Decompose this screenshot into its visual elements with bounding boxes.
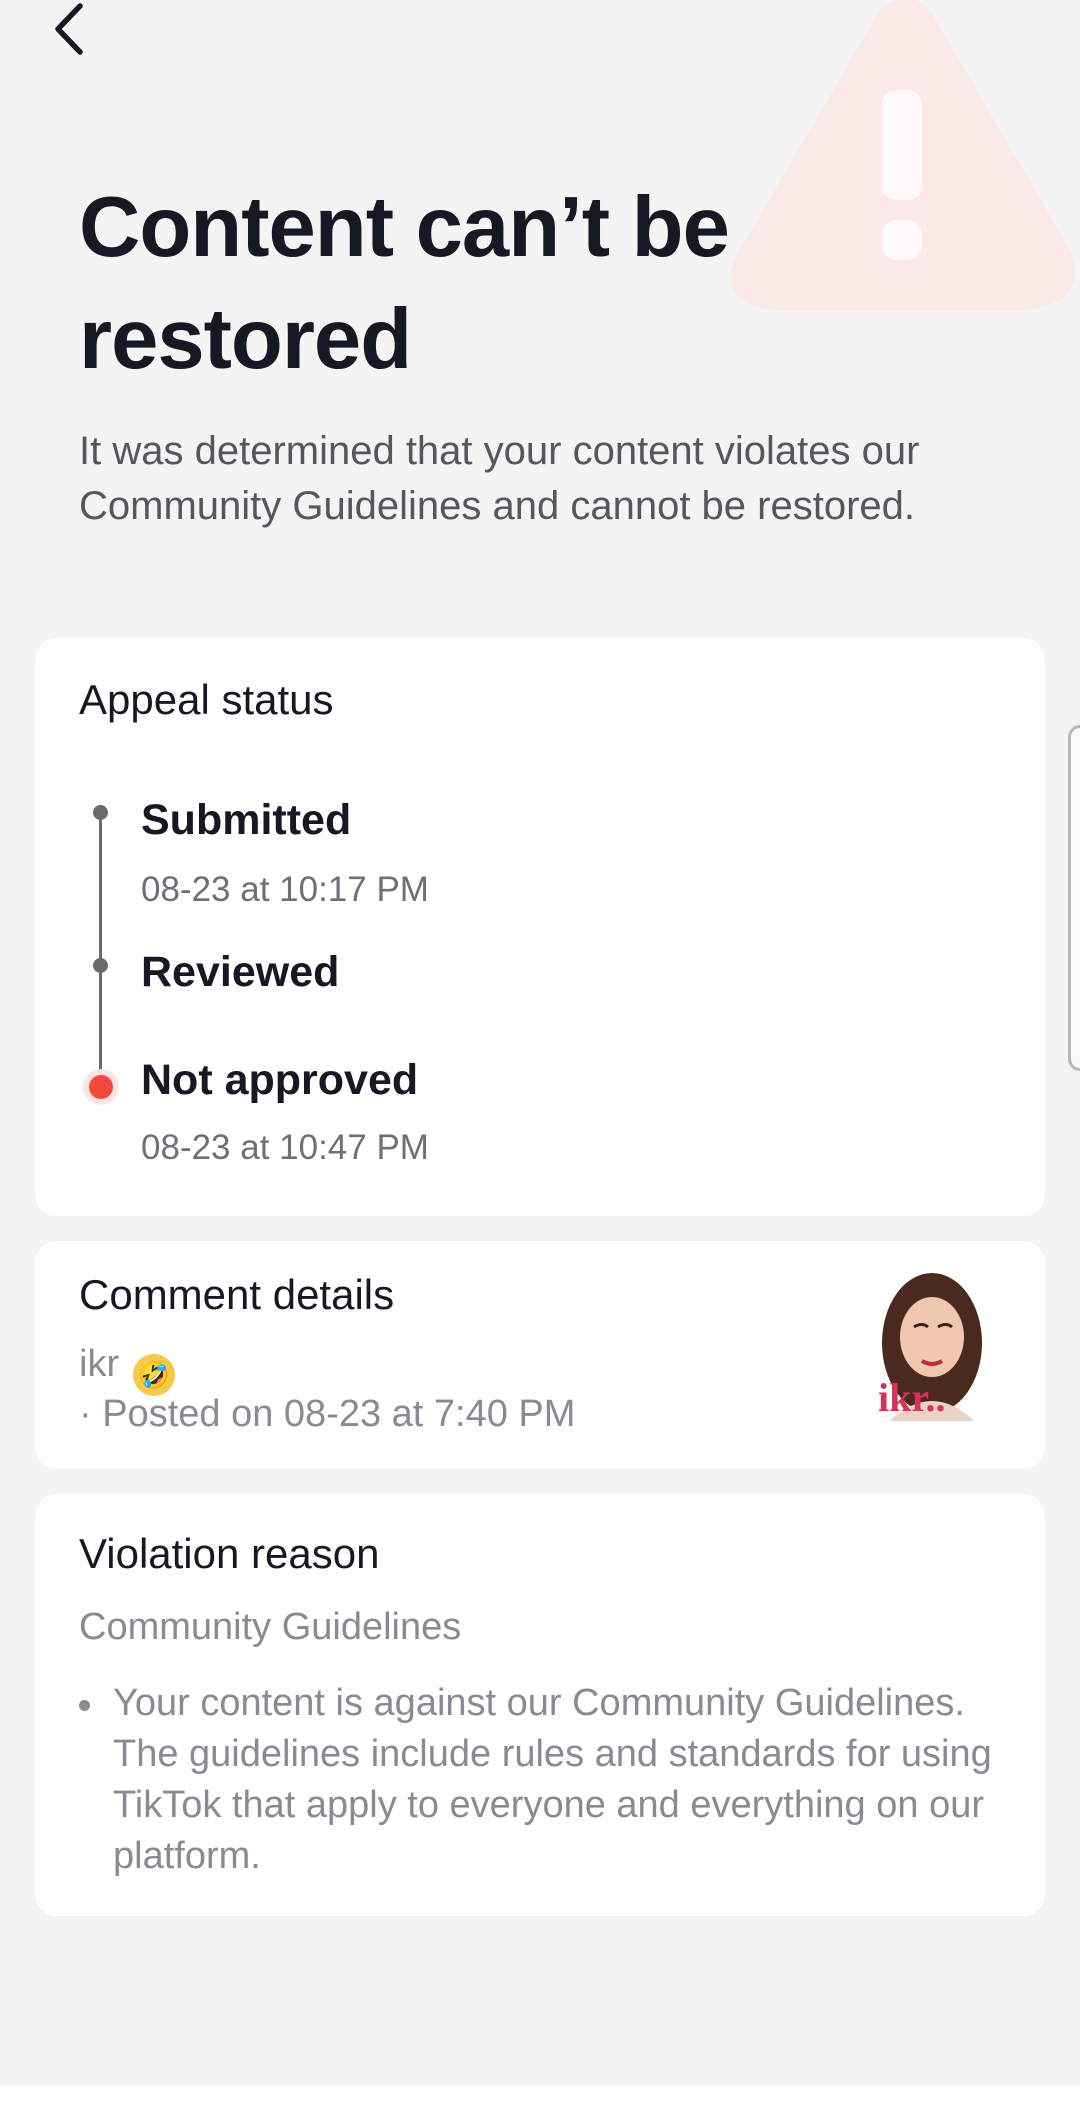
step-label-submitted: Submitted bbox=[141, 796, 352, 844]
comment-body: ikr bbox=[79, 1343, 120, 1385]
chevron-left-icon bbox=[55, 3, 83, 55]
step-label-reviewed: Reviewed bbox=[141, 948, 340, 996]
page-title: Content can’t be restored bbox=[79, 180, 730, 387]
comment-details-title: Comment details bbox=[79, 1271, 395, 1318]
step-time-not-approved: 08-23 at 10:47 PM bbox=[141, 1128, 429, 1167]
step-time-submitted: 08-23 at 10:17 PM bbox=[141, 870, 429, 909]
step-label-not-approved: Not approved bbox=[141, 1056, 419, 1104]
timeline-dot-not-approved bbox=[89, 1075, 113, 1099]
timeline-line bbox=[99, 814, 102, 1090]
scroll-handle[interactable] bbox=[1068, 725, 1080, 1071]
laughing-emoji-icon: 🤣 bbox=[133, 1354, 176, 1396]
page-subtitle: It was determined that your content viol… bbox=[79, 429, 920, 528]
comment-details-card[interactable]: Comment details ikr 🤣 · Posted on 08-23 a… bbox=[35, 1241, 1045, 1469]
hero-section: Content can’t be restored It was determi… bbox=[79, 172, 979, 534]
timeline-dot-reviewed bbox=[93, 958, 108, 973]
violation-description: Your content is against our Community Gu… bbox=[113, 1682, 992, 1877]
violation-reason-card: Violation reason Community Guidelines Yo… bbox=[35, 1494, 1045, 1916]
violation-category: Community Guidelines bbox=[79, 1606, 462, 1648]
appeal-status-card: Appeal status Submitted 08-23 at 10:17 P… bbox=[35, 638, 1045, 1216]
appeal-status-title: Appeal status bbox=[79, 676, 334, 723]
back-button[interactable] bbox=[44, 0, 94, 58]
sticker-thumbnail[interactable]: ikr.. bbox=[870, 1271, 990, 1431]
sticker-text: ikr.. bbox=[878, 1375, 945, 1420]
bottom-bar bbox=[0, 2086, 1080, 2104]
comment-posted-time: · Posted on 08-23 at 7:40 PM bbox=[79, 1393, 576, 1435]
violation-reason-title: Violation reason bbox=[79, 1530, 380, 1577]
timeline-dot-submitted bbox=[93, 805, 108, 820]
comment-text: ikr 🤣 bbox=[79, 1343, 176, 1396]
bullet-dot bbox=[79, 1700, 90, 1711]
